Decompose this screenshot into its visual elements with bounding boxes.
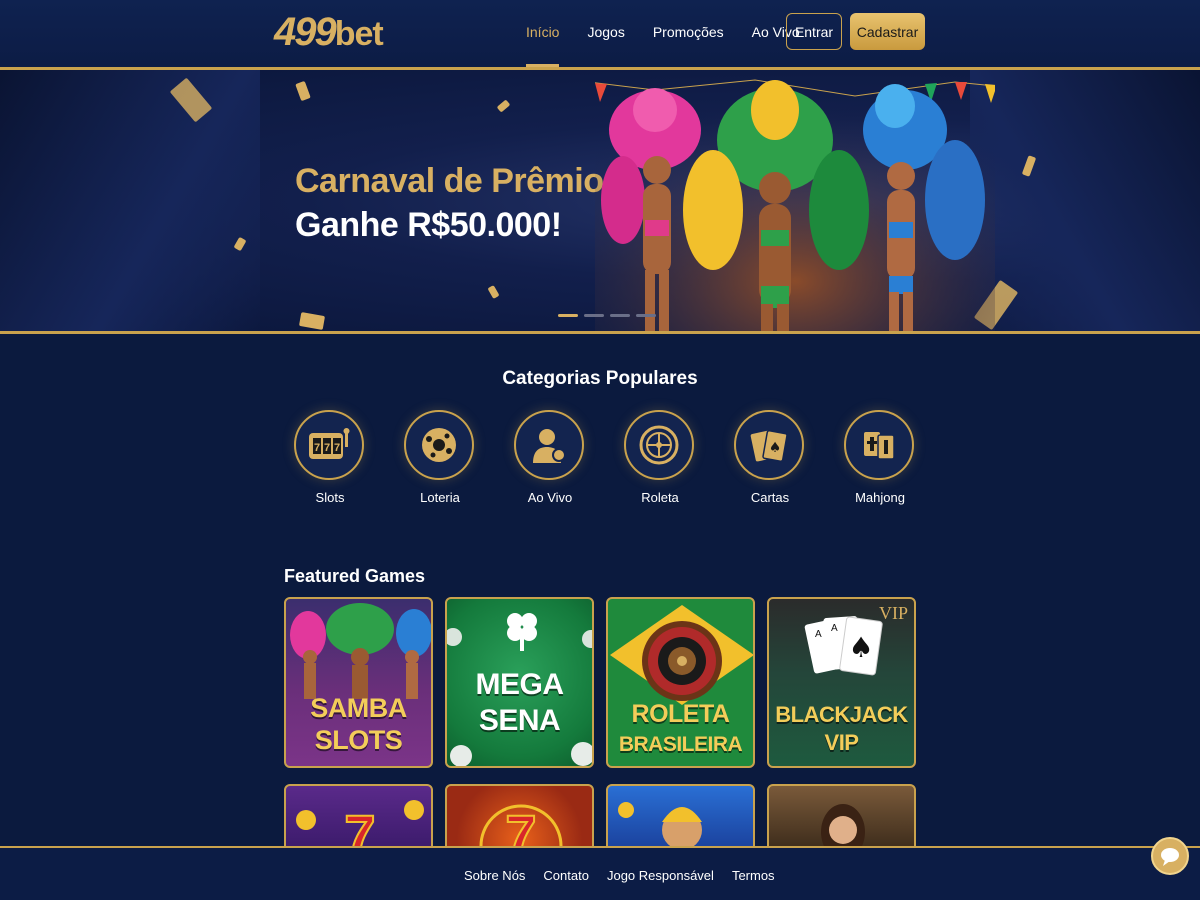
live-dealer-icon xyxy=(514,410,584,480)
game-card-roleta-brasileira[interactable]: ROLETA BRASILEIRA xyxy=(606,597,755,768)
site-logo[interactable]: 499bet xyxy=(274,10,384,55)
game-title: MEGA xyxy=(475,668,565,701)
footer-link-jogo-responsavel[interactable]: Jogo Responsável xyxy=(607,868,714,883)
categories-list: 7 7 7 Slots Loteria Ao Vivo Roleta ♠ Car… xyxy=(294,410,916,505)
footer-links: Sobre Nós Contato Jogo Responsável Termo… xyxy=(464,868,775,883)
featured-games-title: Featured Games xyxy=(284,566,426,586)
game-card-blackjack-vip[interactable]: VIP ♠ A A BLACKJACK VIP xyxy=(767,597,916,768)
roulette-icon xyxy=(624,410,694,480)
dealer-portrait-art xyxy=(821,804,865,852)
lottery-ball-icon xyxy=(404,410,474,480)
game-title: SAMBA xyxy=(310,693,407,723)
carousel-dot[interactable] xyxy=(610,314,630,317)
confetti-piece xyxy=(295,80,311,102)
god-character-art xyxy=(618,802,702,850)
footer-link-sobre[interactable]: Sobre Nós xyxy=(464,868,525,883)
game-card-live-dealer[interactable] xyxy=(767,784,916,854)
carnival-dancers-image xyxy=(595,70,995,331)
svg-text:7: 7 xyxy=(314,442,320,454)
login-button[interactable]: Entrar xyxy=(786,13,842,50)
nav-promocoes[interactable]: Promoções xyxy=(653,0,724,67)
logo-number: 499 xyxy=(274,10,337,54)
game-card-slot-seven-2[interactable]: 7 xyxy=(445,784,594,854)
category-ao-vivo[interactable]: Ao Vivo xyxy=(514,410,586,505)
category-label: Roleta xyxy=(641,490,679,505)
logo-suffix: bet xyxy=(334,15,384,53)
clover-icon xyxy=(447,613,592,651)
game-title: ROLETA xyxy=(631,700,730,728)
category-label: Cartas xyxy=(750,490,790,505)
site-header: 499bet Início Jogos Promoções Ao Vivo En… xyxy=(0,0,1200,70)
carousel-dots xyxy=(558,314,656,317)
nav-inicio[interactable]: Início xyxy=(526,0,560,67)
categories-title: Categorias Populares xyxy=(502,368,698,389)
site-footer: Sobre Nós Contato Jogo Responsável Termo… xyxy=(0,846,1200,900)
game-title: VIP xyxy=(824,730,859,755)
category-roleta[interactable]: Roleta xyxy=(624,410,696,505)
carousel-dot[interactable] xyxy=(636,314,656,317)
chat-button[interactable] xyxy=(1151,837,1189,875)
svg-text:♠: ♠ xyxy=(769,440,782,456)
hero-left-panel xyxy=(0,70,260,331)
category-label: Mahjong xyxy=(855,490,905,505)
category-label: Loteria xyxy=(420,490,460,505)
slot-machine-icon: 7 7 7 xyxy=(294,410,364,480)
confetti-piece xyxy=(487,285,500,299)
hero-banner[interactable]: Carnaval de Prêmios! Ganhe R$50.000! xyxy=(0,70,1200,334)
footer-link-termos[interactable]: Termos xyxy=(732,868,775,883)
playing-cards-art: ♠ A A xyxy=(804,616,883,676)
mahjong-icon xyxy=(844,410,914,480)
game-title: BRASILEIRA xyxy=(618,733,743,756)
roulette-wheel-art xyxy=(610,605,753,705)
confetti-piece xyxy=(298,312,326,330)
game-card-mega-sena[interactable]: MEGA SENA xyxy=(445,597,594,768)
category-label: Slots xyxy=(315,490,345,505)
nav-jogos[interactable]: Jogos xyxy=(587,0,624,67)
svg-text:7: 7 xyxy=(334,442,340,454)
svg-text:A: A xyxy=(815,629,822,640)
cards-icon: ♠ xyxy=(734,410,804,480)
game-title: SENA xyxy=(478,704,561,737)
category-loteria[interactable]: Loteria xyxy=(404,410,476,505)
game-art xyxy=(290,603,431,699)
category-label: Ao Vivo xyxy=(527,490,573,505)
game-title: SLOTS xyxy=(314,725,403,755)
lucky-seven-art: 7 xyxy=(296,800,424,852)
game-card-slot-seven-1[interactable]: 7 xyxy=(284,784,433,854)
svg-text:7: 7 xyxy=(324,442,330,454)
game-card-samba-slots[interactable]: SAMBA SLOTS xyxy=(284,597,433,768)
game-card-olympus[interactable] xyxy=(606,784,755,854)
svg-text:♠: ♠ xyxy=(848,631,873,664)
carousel-dot[interactable] xyxy=(584,314,604,317)
hero-subtitle: Ganhe R$50.000! xyxy=(295,206,562,244)
category-slots[interactable]: 7 7 7 Slots xyxy=(294,410,366,505)
lucky-seven-art: 7 xyxy=(479,802,563,852)
carousel-dot[interactable] xyxy=(558,314,578,317)
footer-link-contato[interactable]: Contato xyxy=(543,868,589,883)
game-title: BLACKJACK xyxy=(775,702,908,727)
category-cartas[interactable]: ♠ Cartas xyxy=(734,410,806,505)
main-nav: Início Jogos Promoções Ao Vivo xyxy=(526,0,828,67)
svg-text:A: A xyxy=(831,623,838,634)
confetti-piece xyxy=(496,99,511,113)
chat-bubble-icon xyxy=(1161,848,1179,866)
signup-button[interactable]: Cadastrar xyxy=(850,13,925,50)
hero-title: Carnaval de Prêmios! xyxy=(295,162,633,200)
category-mahjong[interactable]: Mahjong xyxy=(844,410,916,505)
